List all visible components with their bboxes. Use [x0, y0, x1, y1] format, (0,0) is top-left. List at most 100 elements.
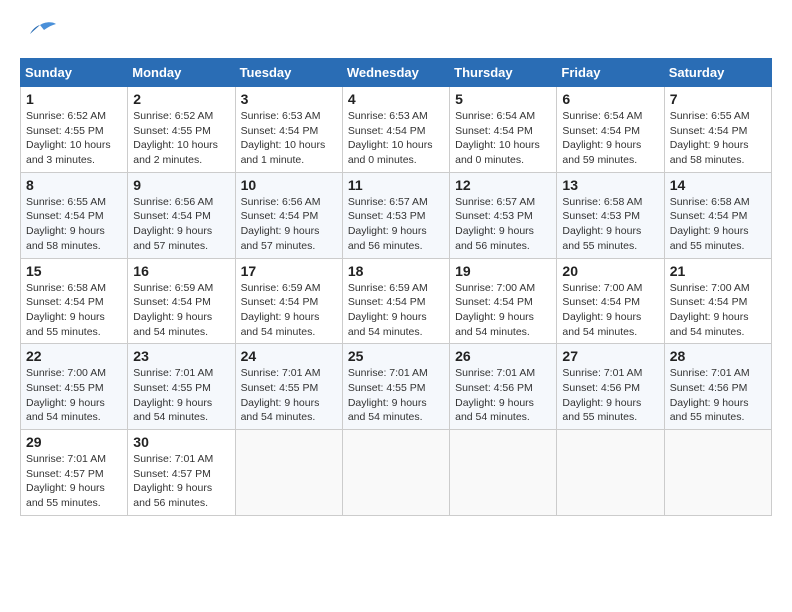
day-info: Sunrise: 7:01 AM Sunset: 4:56 PM Dayligh…: [455, 366, 551, 425]
day-info: Sunrise: 6:55 AM Sunset: 4:54 PM Dayligh…: [26, 195, 122, 254]
day-number: 21: [670, 263, 766, 279]
day-number: 22: [26, 348, 122, 364]
calendar-cell: 27 Sunrise: 7:01 AM Sunset: 4:56 PM Dayli…: [557, 344, 664, 430]
day-number: 24: [241, 348, 337, 364]
calendar-cell: 16 Sunrise: 6:59 AM Sunset: 4:54 PM Dayli…: [128, 258, 235, 344]
day-number: 13: [562, 177, 658, 193]
day-number: 15: [26, 263, 122, 279]
calendar-week-row: 1Sunrise: 6:52 AM Sunset: 4:55 PM Daylig…: [21, 87, 772, 173]
day-number: 4: [348, 91, 444, 107]
calendar-cell: 6Sunrise: 6:54 AM Sunset: 4:54 PM Daylig…: [557, 87, 664, 173]
calendar-cell: 21 Sunrise: 7:00 AM Sunset: 4:54 PM Dayli…: [664, 258, 771, 344]
day-info: Sunrise: 6:52 AM Sunset: 4:55 PM Dayligh…: [133, 109, 229, 168]
day-info: Sunrise: 6:58 AM Sunset: 4:54 PM Dayligh…: [26, 281, 122, 340]
day-info: Sunrise: 6:59 AM Sunset: 4:54 PM Dayligh…: [133, 281, 229, 340]
calendar-cell: 12 Sunrise: 6:57 AM Sunset: 4:53 PM Dayli…: [450, 172, 557, 258]
day-header-thursday: Thursday: [450, 59, 557, 87]
day-header-wednesday: Wednesday: [342, 59, 449, 87]
calendar-cell: 30Sunrise: 7:01 AM Sunset: 4:57 PM Dayli…: [128, 430, 235, 516]
day-info: Sunrise: 7:00 AM Sunset: 4:55 PM Dayligh…: [26, 366, 122, 425]
day-info: Sunrise: 7:00 AM Sunset: 4:54 PM Dayligh…: [670, 281, 766, 340]
day-number: 26: [455, 348, 551, 364]
day-number: 25: [348, 348, 444, 364]
day-info: Sunrise: 6:55 AM Sunset: 4:54 PM Dayligh…: [670, 109, 766, 168]
calendar-cell: [664, 430, 771, 516]
calendar-cell: 19Sunrise: 7:00 AM Sunset: 4:54 PM Dayli…: [450, 258, 557, 344]
day-info: Sunrise: 6:54 AM Sunset: 4:54 PM Dayligh…: [562, 109, 658, 168]
day-info: Sunrise: 6:58 AM Sunset: 4:53 PM Dayligh…: [562, 195, 658, 254]
calendar-cell: 4 Sunrise: 6:53 AM Sunset: 4:54 PM Daylig…: [342, 87, 449, 173]
day-number: 23: [133, 348, 229, 364]
calendar-cell: [342, 430, 449, 516]
calendar-cell: 10Sunrise: 6:56 AM Sunset: 4:54 PM Dayli…: [235, 172, 342, 258]
day-number: 3: [241, 91, 337, 107]
day-info: Sunrise: 6:53 AM Sunset: 4:54 PM Dayligh…: [241, 109, 337, 168]
day-number: 5: [455, 91, 551, 107]
calendar-cell: 22 Sunrise: 7:00 AM Sunset: 4:55 PM Dayli…: [21, 344, 128, 430]
calendar-cell: [450, 430, 557, 516]
calendar-cell: [557, 430, 664, 516]
day-header-sunday: Sunday: [21, 59, 128, 87]
day-info: Sunrise: 6:52 AM Sunset: 4:55 PM Dayligh…: [26, 109, 122, 168]
day-info: Sunrise: 6:53 AM Sunset: 4:54 PM Dayligh…: [348, 109, 444, 168]
day-number: 18: [348, 263, 444, 279]
calendar-cell: 2 Sunrise: 6:52 AM Sunset: 4:55 PM Daylig…: [128, 87, 235, 173]
day-info: Sunrise: 6:59 AM Sunset: 4:54 PM Dayligh…: [348, 281, 444, 340]
day-header-monday: Monday: [128, 59, 235, 87]
day-info: Sunrise: 7:00 AM Sunset: 4:54 PM Dayligh…: [455, 281, 551, 340]
day-info: Sunrise: 6:54 AM Sunset: 4:54 PM Dayligh…: [455, 109, 551, 168]
day-info: Sunrise: 6:58 AM Sunset: 4:54 PM Dayligh…: [670, 195, 766, 254]
calendar-cell: 23 Sunrise: 7:01 AM Sunset: 4:55 PM Dayli…: [128, 344, 235, 430]
calendar-cell: 18 Sunrise: 6:59 AM Sunset: 4:54 PM Dayli…: [342, 258, 449, 344]
logo: [20, 20, 58, 48]
day-number: 27: [562, 348, 658, 364]
day-number: 10: [241, 177, 337, 193]
day-number: 29: [26, 434, 122, 450]
day-info: Sunrise: 7:01 AM Sunset: 4:55 PM Dayligh…: [348, 366, 444, 425]
calendar-cell: 3 Sunrise: 6:53 AM Sunset: 4:54 PM Daylig…: [235, 87, 342, 173]
calendar-cell: 8 Sunrise: 6:55 AM Sunset: 4:54 PM Daylig…: [21, 172, 128, 258]
day-header-saturday: Saturday: [664, 59, 771, 87]
calendar-body: 1Sunrise: 6:52 AM Sunset: 4:55 PM Daylig…: [21, 87, 772, 516]
day-number: 30: [133, 434, 229, 450]
calendar-cell: 9 Sunrise: 6:56 AM Sunset: 4:54 PM Daylig…: [128, 172, 235, 258]
day-number: 2: [133, 91, 229, 107]
day-number: 28: [670, 348, 766, 364]
calendar-cell: 5 Sunrise: 6:54 AM Sunset: 4:54 PM Daylig…: [450, 87, 557, 173]
day-info: Sunrise: 6:57 AM Sunset: 4:53 PM Dayligh…: [348, 195, 444, 254]
calendar-cell: [235, 430, 342, 516]
day-number: 8: [26, 177, 122, 193]
page-header: [20, 20, 772, 48]
day-header-tuesday: Tuesday: [235, 59, 342, 87]
day-info: Sunrise: 7:01 AM Sunset: 4:56 PM Dayligh…: [670, 366, 766, 425]
calendar-week-row: 15 Sunrise: 6:58 AM Sunset: 4:54 PM Dayli…: [21, 258, 772, 344]
day-number: 16: [133, 263, 229, 279]
day-number: 11: [348, 177, 444, 193]
calendar-week-row: 22 Sunrise: 7:00 AM Sunset: 4:55 PM Dayli…: [21, 344, 772, 430]
calendar-cell: 28 Sunrise: 7:01 AM Sunset: 4:56 PM Dayli…: [664, 344, 771, 430]
logo-bird-icon: [22, 20, 58, 48]
calendar-cell: 11 Sunrise: 6:57 AM Sunset: 4:53 PM Dayli…: [342, 172, 449, 258]
day-info: Sunrise: 7:01 AM Sunset: 4:56 PM Dayligh…: [562, 366, 658, 425]
day-info: Sunrise: 7:00 AM Sunset: 4:54 PM Dayligh…: [562, 281, 658, 340]
calendar-table: SundayMondayTuesdayWednesdayThursdayFrid…: [20, 58, 772, 516]
day-number: 9: [133, 177, 229, 193]
day-info: Sunrise: 7:01 AM Sunset: 4:55 PM Dayligh…: [133, 366, 229, 425]
day-number: 12: [455, 177, 551, 193]
calendar-cell: 26 Sunrise: 7:01 AM Sunset: 4:56 PM Dayli…: [450, 344, 557, 430]
day-info: Sunrise: 6:59 AM Sunset: 4:54 PM Dayligh…: [241, 281, 337, 340]
day-number: 7: [670, 91, 766, 107]
calendar-cell: 24 Sunrise: 7:01 AM Sunset: 4:55 PM Dayli…: [235, 344, 342, 430]
calendar-cell: 29 Sunrise: 7:01 AM Sunset: 4:57 PM Dayli…: [21, 430, 128, 516]
day-header-friday: Friday: [557, 59, 664, 87]
calendar-cell: 7 Sunrise: 6:55 AM Sunset: 4:54 PM Daylig…: [664, 87, 771, 173]
calendar-week-row: 29 Sunrise: 7:01 AM Sunset: 4:57 PM Dayli…: [21, 430, 772, 516]
day-info: Sunrise: 6:56 AM Sunset: 4:54 PM Dayligh…: [133, 195, 229, 254]
day-info: Sunrise: 7:01 AM Sunset: 4:55 PM Dayligh…: [241, 366, 337, 425]
day-info: Sunrise: 6:57 AM Sunset: 4:53 PM Dayligh…: [455, 195, 551, 254]
calendar-week-row: 8 Sunrise: 6:55 AM Sunset: 4:54 PM Daylig…: [21, 172, 772, 258]
day-number: 14: [670, 177, 766, 193]
day-info: Sunrise: 7:01 AM Sunset: 4:57 PM Dayligh…: [26, 452, 122, 511]
calendar-cell: 14 Sunrise: 6:58 AM Sunset: 4:54 PM Dayli…: [664, 172, 771, 258]
calendar-cell: 20Sunrise: 7:00 AM Sunset: 4:54 PM Dayli…: [557, 258, 664, 344]
